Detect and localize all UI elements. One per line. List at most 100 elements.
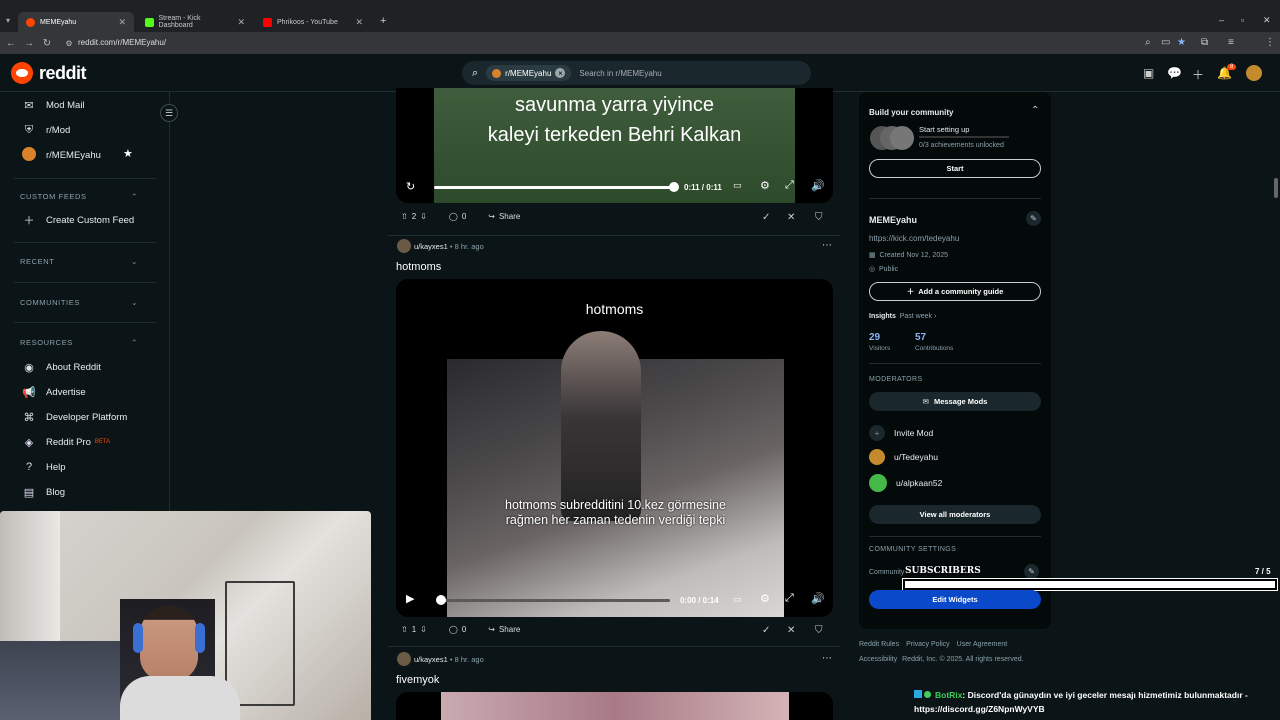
extensions-icon[interactable]: ⧉ [1201, 37, 1208, 48]
site-info-icon[interactable]: ⚙ [60, 39, 78, 48]
author-avatar[interactable] [397, 652, 411, 666]
downvote-icon[interactable]: ⇩ [420, 212, 427, 221]
reddit-logo[interactable]: reddit [11, 62, 87, 84]
tab-kick-dashboard[interactable]: Stream - Kick Dashboard ✕ [137, 12, 253, 32]
captions-icon[interactable]: ▭ [733, 594, 742, 605]
message-mods-button[interactable]: ✉ Message Mods [869, 392, 1041, 411]
edit-pencil-icon[interactable]: ✎ [1026, 211, 1041, 226]
tab-youtube[interactable]: Phrikoos - YouTube ✕ [255, 12, 371, 32]
mod-shield-icon[interactable]: ⛉ [815, 625, 823, 636]
post-2-video[interactable]: hotmoms hotmoms subredditini 10.kez görm… [396, 279, 833, 617]
sidebar-item-advertise[interactable]: 📢 Advertise [22, 383, 85, 401]
fullscreen-icon[interactable]: ⤢ [785, 179, 794, 192]
bookmark-star-icon[interactable]: ★ [1177, 37, 1186, 48]
insights-row[interactable]: Insights Past week › [869, 313, 936, 320]
more-options-icon[interactable]: ⋯ [822, 653, 832, 664]
settings-icon[interactable]: ⚙ [760, 179, 770, 192]
page-scrollbar[interactable] [1274, 178, 1278, 198]
approve-icon[interactable]: ✓ [762, 212, 770, 223]
post-title[interactable]: fivemyok [396, 674, 439, 686]
resources-header[interactable]: RESOURCES ⌃ [20, 338, 138, 347]
close-window-icon[interactable]: ✕ [1263, 15, 1271, 26]
create-custom-feed[interactable]: ＋ Create Custom Feed [22, 211, 135, 229]
play-icon[interactable]: ▶ [406, 592, 414, 605]
volume-icon[interactable]: 🔊 [811, 179, 825, 192]
mod-shield-icon[interactable]: ⛉ [815, 212, 823, 223]
add-community-guide-button[interactable]: ＋ Add a community guide [869, 282, 1041, 301]
progress-handle[interactable] [436, 595, 446, 605]
close-tab-icon[interactable]: ✕ [237, 17, 245, 28]
moderator-row[interactable]: u/Tedeyahu [869, 449, 938, 465]
replay-icon[interactable]: ↻ [406, 180, 415, 193]
author-avatar[interactable] [397, 239, 411, 253]
sidebar-item-r-mod[interactable]: ⛨ r/Mod [22, 121, 70, 139]
settings-icon[interactable]: ⚙ [760, 592, 770, 605]
recent-header[interactable]: RECENT ⌄ [20, 257, 138, 266]
chevron-up-icon[interactable]: ⌃ [1031, 105, 1039, 116]
comments-button[interactable]: ◯ 0 [449, 212, 466, 221]
start-button[interactable]: Start [869, 159, 1041, 178]
close-tab-icon[interactable]: ✕ [355, 17, 363, 28]
more-options-icon[interactable]: ⋯ [822, 240, 832, 251]
favorite-star-icon[interactable]: ★ [123, 147, 133, 160]
back-icon[interactable]: ← [2, 38, 20, 49]
advertise-icon[interactable]: ▣ [1143, 66, 1154, 80]
sidebar-item-help[interactable]: ? Help [22, 458, 66, 476]
author-link[interactable]: u/kayxes1 [414, 242, 448, 251]
communities-header[interactable]: COMMUNITIES ⌄ [20, 298, 138, 307]
upvote-icon[interactable]: ⇧ [401, 625, 408, 634]
zoom-icon[interactable]: ⌕ [1145, 37, 1151, 48]
collapse-sidebar-icon[interactable]: ☰ [160, 104, 178, 122]
create-post-icon[interactable]: ＋ [1192, 66, 1204, 83]
menu-icon[interactable]: ⋮ [1265, 37, 1275, 48]
profile-icon[interactable]: ≡ [1228, 37, 1234, 48]
close-tab-icon[interactable]: ✕ [118, 17, 126, 28]
sidebar-item-about-reddit[interactable]: ◉ About Reddit [22, 358, 101, 376]
invite-mod-button[interactable]: + Invite Mod [869, 425, 933, 441]
maximize-icon[interactable]: ▫ [1241, 15, 1244, 25]
url-field[interactable]: reddit.com/r/MEMEyahu/ [78, 38, 166, 47]
post-3-media[interactable] [396, 692, 833, 720]
post-1-video[interactable]: savunma yarra yiyince kaleyi terkeden Be… [396, 88, 833, 203]
edit-widgets-button[interactable]: Edit Widgets [869, 590, 1041, 609]
post-title[interactable]: hotmoms [396, 261, 441, 273]
footer-link[interactable]: Privacy Policy [906, 641, 950, 648]
downvote-icon[interactable]: ⇩ [420, 625, 427, 634]
bot-link[interactable]: https://discord.gg/Z6NpnWyVYB [914, 702, 1280, 716]
sidebar-item-reddit-pro[interactable]: ◈ Reddit Pro BETA [22, 433, 110, 451]
captions-icon[interactable]: ▭ [733, 180, 742, 191]
author-link[interactable]: u/kayxes1 [414, 655, 448, 664]
community-link[interactable]: https://kick.com/tedeyahu [869, 234, 959, 243]
settings-row-label[interactable]: Community [869, 569, 904, 576]
video-progress[interactable] [434, 186, 674, 189]
user-avatar[interactable] [1246, 65, 1262, 81]
forward-icon[interactable]: → [20, 38, 38, 49]
install-icon[interactable]: ▭ [1161, 37, 1170, 48]
sidebar-item-r-memeyahu[interactable]: r/MEMEyahu [22, 146, 101, 164]
chat-icon[interactable]: 💬 [1167, 66, 1182, 80]
tab-memeyahu[interactable]: MEMEyahu ✕ [18, 12, 134, 32]
edit-pencil-icon[interactable]: ✎ [1024, 564, 1039, 579]
sidebar-item-developer-platform[interactable]: ⌘ Developer Platform [22, 408, 128, 426]
video-progress[interactable] [438, 599, 670, 602]
sidebar-item-mod-mail[interactable]: ✉ Mod Mail [22, 96, 84, 114]
progress-handle[interactable] [669, 182, 679, 192]
volume-icon[interactable]: 🔊 [811, 592, 825, 605]
search-bar[interactable]: ⌕ r/MEMEyahu × Search in r/MEMEyahu [462, 61, 811, 85]
share-button[interactable]: ↪ Share [488, 212, 520, 221]
remove-icon[interactable]: ✕ [787, 212, 795, 223]
tab-list-icon[interactable]: ▾ [6, 16, 10, 25]
search-input[interactable]: Search in r/MEMEyahu [579, 69, 661, 78]
reload-icon[interactable]: ↻ [38, 38, 56, 49]
footer-link[interactable]: User Agreement [957, 641, 1008, 648]
new-tab-icon[interactable]: + [380, 15, 386, 27]
footer-link[interactable]: Accessibility [859, 656, 897, 663]
custom-feeds-header[interactable]: CUSTOM FEEDS ⌃ [20, 192, 138, 201]
moderator-row[interactable]: u/alpkaan52 [869, 474, 942, 492]
minimize-icon[interactable]: – [1219, 15, 1224, 25]
fullscreen-icon[interactable]: ⤢ [785, 592, 794, 605]
comments-button[interactable]: ◯ 0 [449, 625, 466, 634]
search-community-chip[interactable]: r/MEMEyahu × [486, 65, 572, 81]
clear-chip-icon[interactable]: × [555, 68, 566, 78]
footer-link[interactable]: Reddit Rules [859, 641, 899, 648]
